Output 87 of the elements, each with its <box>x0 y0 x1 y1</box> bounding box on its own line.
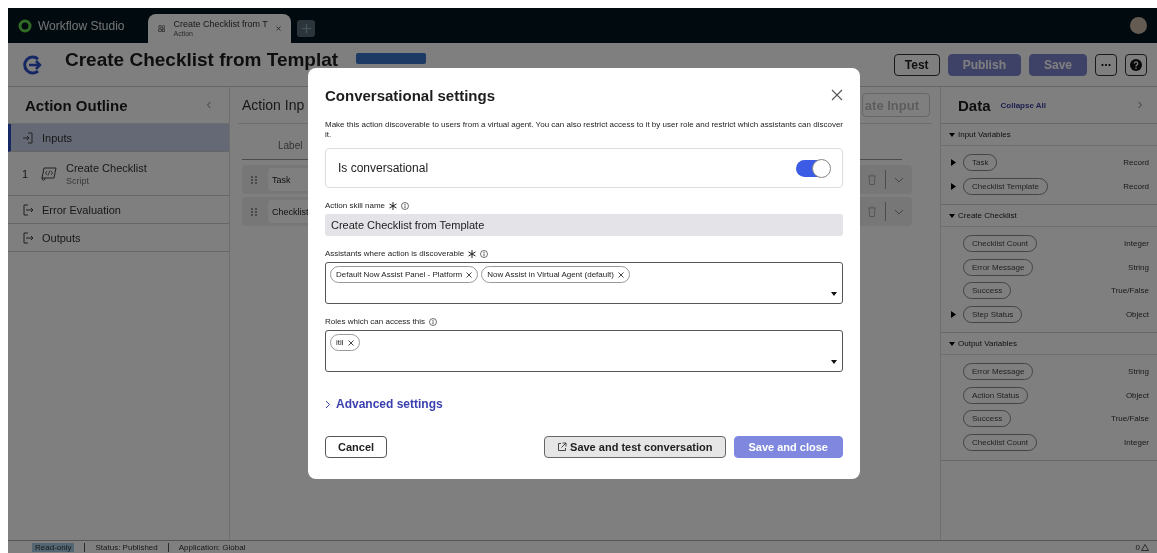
caret-icon <box>831 360 837 364</box>
chip-label: itil <box>336 338 344 347</box>
grid-shapes-icon <box>158 22 166 35</box>
trash-icon[interactable] <box>867 206 877 217</box>
triangle-right-icon[interactable] <box>951 310 957 318</box>
arrow-out-icon <box>22 203 34 216</box>
panel-title: Action Outline <box>25 96 128 114</box>
panel-title: Data <box>958 96 991 114</box>
chevron-right-icon[interactable] <box>1135 100 1145 110</box>
status-text: Application: Global <box>167 542 256 552</box>
status-text: Status: Published <box>84 542 168 552</box>
close-icon[interactable] <box>275 24 281 33</box>
more-button[interactable] <box>1095 53 1117 76</box>
plus-icon <box>301 24 311 33</box>
info-icon <box>429 317 438 326</box>
dialog-button[interactable]: Cancel <box>325 436 388 458</box>
field-label: Roles which can access this <box>325 317 426 326</box>
group-header[interactable]: Output Variables <box>941 333 1157 355</box>
outline-item[interactable]: Inputs <box>8 124 229 152</box>
multi-select-field[interactable]: Default Now Assist Panel - Platform Now Assist in Virtual Agent (default) <box>325 262 843 304</box>
group-header[interactable]: Create Checklist <box>941 205 1157 227</box>
remove-icon[interactable] <box>347 339 354 346</box>
variable-type: Integer <box>1123 437 1149 447</box>
toggle-label: Is conversational <box>338 161 429 175</box>
remove-icon[interactable] <box>466 271 473 278</box>
variable-type: Object <box>1124 309 1149 319</box>
variable-type: Object <box>1124 390 1149 400</box>
arrow-out-icon <box>22 231 34 244</box>
script-scroll-icon <box>40 165 58 182</box>
warning-icon <box>1141 543 1149 551</box>
toggle-switch[interactable] <box>796 159 830 177</box>
status-badge <box>356 53 427 64</box>
arrow-circle-icon <box>23 54 43 75</box>
dialog-title: Conversational settings <box>325 86 496 104</box>
info-icon <box>480 249 489 258</box>
drag-handle-icon[interactable] <box>250 174 258 185</box>
close-icon[interactable] <box>831 89 843 101</box>
external-link-icon <box>557 442 568 452</box>
section-title: Action Inp <box>242 97 305 113</box>
chip-label: Now Assist in Virtual Agent (default) <box>487 270 614 279</box>
step-number: 1 <box>22 167 30 180</box>
header-button[interactable]: Test <box>893 53 940 76</box>
arrow-in-icon <box>22 131 34 144</box>
outline-item[interactable]: Outputs <box>8 224 229 252</box>
page-title: Create Checklist from Templat <box>65 48 339 71</box>
tab-title: Create Checklist from T <box>173 18 268 29</box>
outline-item[interactable]: 1 Create Checklist Script <box>8 152 229 196</box>
variable-type: True/False <box>1110 286 1149 296</box>
drag-handle-icon[interactable] <box>250 206 258 217</box>
variable-type: String <box>1127 367 1149 377</box>
triangle-right-icon[interactable] <box>951 182 957 190</box>
field-label: Action skill name <box>325 201 386 210</box>
help-icon <box>1130 58 1142 71</box>
advanced-settings-toggle[interactable]: Advanced settings <box>325 397 443 411</box>
outline-item[interactable]: Error Evaluation <box>8 196 229 224</box>
triangle-right-icon[interactable] <box>951 159 957 167</box>
ring-logo-icon <box>18 18 32 33</box>
trash-icon[interactable] <box>867 174 877 185</box>
chip-label: Default Now Assist Panel - Platform <box>336 270 463 279</box>
caret-icon <box>831 292 837 296</box>
step-title: Create Checklist <box>66 161 147 174</box>
remove-icon[interactable] <box>617 271 624 278</box>
avatar[interactable] <box>1130 17 1147 34</box>
variable-type: Record <box>1122 158 1149 168</box>
item-label: Error Evaluation <box>42 203 121 216</box>
item-label: Inputs <box>42 131 72 144</box>
field-label: Assistants where action is discoverable <box>325 249 465 258</box>
variable-type: Integer <box>1123 239 1149 249</box>
chevron-down-icon[interactable] <box>894 207 904 216</box>
variable-type: True/False <box>1110 414 1149 424</box>
dialog-button[interactable]: Save and test conversation <box>544 436 726 458</box>
collapse-all-link[interactable]: Collapse All <box>1000 100 1125 110</box>
info-icon <box>401 201 410 210</box>
group-header[interactable]: Input Variables <box>941 124 1157 146</box>
item-label: Outputs <box>42 231 81 244</box>
multi-select-field[interactable]: itil <box>325 330 843 372</box>
chevron-down-icon[interactable] <box>894 175 904 184</box>
variable-type: Record <box>1122 181 1149 191</box>
step-type: Script <box>66 175 90 186</box>
read-only-field[interactable]: Create Checklist from Template <box>325 214 843 236</box>
chevron-left-icon[interactable] <box>204 100 214 110</box>
add-tab-button[interactable] <box>297 20 315 37</box>
warning-count: 0 <box>1135 542 1140 552</box>
variable-type: String <box>1127 262 1149 272</box>
help-button[interactable] <box>1125 53 1147 76</box>
read-only-badge: Read-only <box>32 542 75 552</box>
product-name: Workflow Studio <box>38 18 125 33</box>
